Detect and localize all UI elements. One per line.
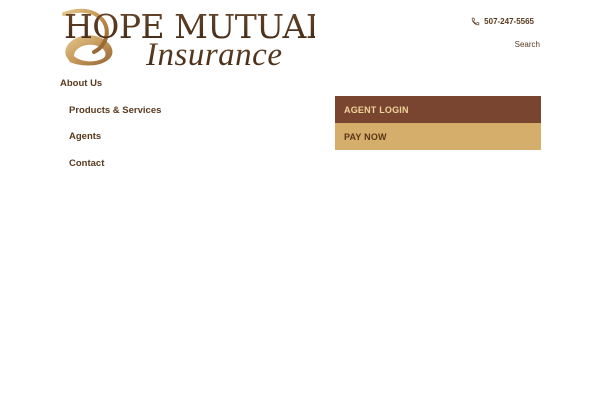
search-link[interactable]: Search bbox=[515, 40, 540, 49]
nav-item-about-us[interactable]: About Us bbox=[60, 78, 102, 89]
nav-item-agents[interactable]: Agents bbox=[69, 131, 101, 142]
agent-login-button[interactable]: AGENT LOGIN bbox=[335, 96, 541, 123]
page: HOPE MUTUAL Insurance 507-247-5565 Searc… bbox=[0, 0, 600, 400]
nav-item-contact[interactable]: Contact bbox=[69, 158, 104, 169]
logo-line-2: Insurance bbox=[145, 37, 282, 70]
logo[interactable]: HOPE MUTUAL Insurance bbox=[60, 6, 315, 70]
header-phone[interactable]: 507-247-5565 bbox=[471, 17, 534, 26]
pay-now-button[interactable]: PAY NOW bbox=[335, 123, 541, 150]
phone-number: 507-247-5565 bbox=[484, 17, 534, 26]
phone-icon bbox=[471, 17, 480, 26]
logo-graphic: HOPE MUTUAL Insurance bbox=[62, 7, 315, 70]
nav-item-products-services[interactable]: Products & Services bbox=[69, 105, 161, 116]
